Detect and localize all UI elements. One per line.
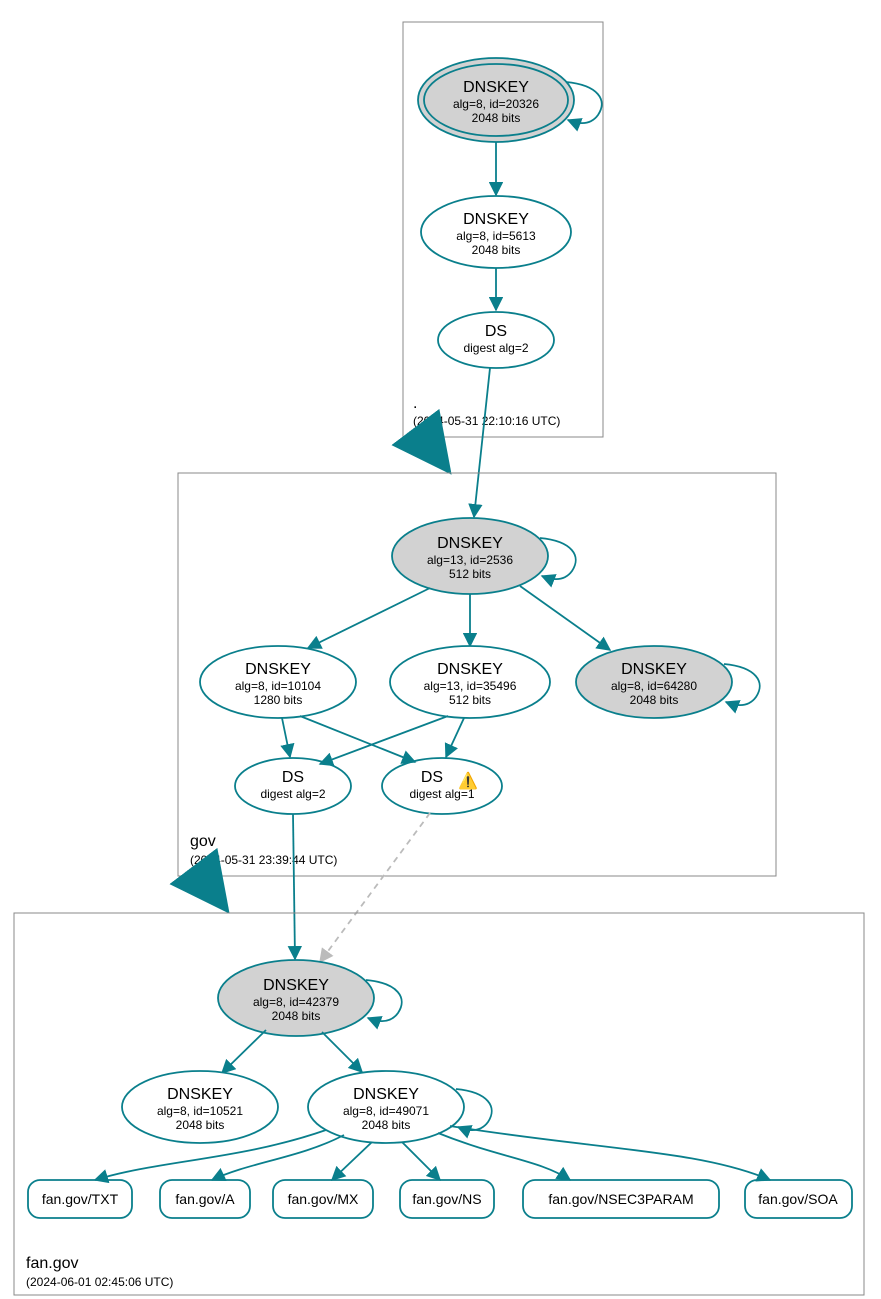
root-ksk-l2: 2048 bits — [472, 111, 521, 125]
root-ksk-title: DNSKEY — [463, 79, 529, 96]
gov-k3-title: DNSKEY — [437, 661, 503, 678]
gov-k4-l1: alg=8, id=64280 — [611, 679, 697, 693]
svg-text:fan.gov/NSEC3PARAM: fan.gov/NSEC3PARAM — [548, 1191, 693, 1207]
record-txt: fan.gov/TXT — [28, 1180, 132, 1218]
record-nsec3param: fan.gov/NSEC3PARAM — [523, 1180, 719, 1218]
zone-fan-label: fan.gov — [26, 1255, 78, 1272]
svg-text:fan.gov/A: fan.gov/A — [175, 1191, 235, 1207]
root-ds-l1: digest alg=2 — [463, 341, 528, 355]
edge-gov-k3-ds1 — [320, 716, 448, 764]
record-mx: fan.gov/MX — [273, 1180, 373, 1218]
svg-text:fan.gov/TXT: fan.gov/TXT — [42, 1191, 119, 1207]
node-gov-ds1 — [235, 758, 351, 814]
gov-k2-title: DNSKEY — [245, 661, 311, 678]
edge-fan-ksk-k3 — [322, 1032, 362, 1072]
edge-gov-k2-ds1 — [282, 718, 290, 757]
edge-k3-ns — [402, 1142, 440, 1180]
gov-ds1-l1: digest alg=2 — [260, 787, 325, 801]
zone-fan-ts: (2024-06-01 02:45:06 UTC) — [26, 1275, 173, 1289]
zone-gov-ts: (2024-05-31 23:39:44 UTC) — [190, 853, 337, 867]
edge-k3-mx — [332, 1142, 372, 1180]
record-ns: fan.gov/NS — [400, 1180, 494, 1218]
gov-ds2-title: DS — [421, 769, 443, 786]
fan-ksk-title: DNSKEY — [263, 977, 329, 994]
edge-gov-ksk-k4 — [520, 586, 610, 650]
gov-ksk-title: DNSKEY — [437, 535, 503, 552]
root-zsk-title: DNSKEY — [463, 211, 529, 228]
zone-gov-label: gov — [190, 833, 216, 850]
svg-text:fan.gov/SOA: fan.gov/SOA — [758, 1191, 838, 1207]
root-zsk-l1: alg=8, id=5613 — [456, 229, 536, 243]
gov-k4-l2: 2048 bits — [630, 693, 679, 707]
gov-ds2-l1: digest alg=1 — [409, 787, 474, 801]
edge-root-to-gov-thick — [423, 437, 448, 470]
root-ksk-l1: alg=8, id=20326 — [453, 97, 539, 111]
fan-k3-title: DNSKEY — [353, 1086, 419, 1103]
gov-k3-l1: alg=13, id=35496 — [424, 679, 517, 693]
edge-k3-a — [212, 1135, 344, 1180]
gov-ds1-title: DS — [282, 769, 304, 786]
gov-k4-title: DNSKEY — [621, 661, 687, 678]
gov-k2-l1: alg=8, id=10104 — [235, 679, 321, 693]
zone-root-ts: (2024-05-31 22:10:16 UTC) — [413, 414, 560, 428]
fan-k2-l2: 2048 bits — [176, 1118, 225, 1132]
svg-text:fan.gov/MX: fan.gov/MX — [288, 1191, 359, 1207]
root-zsk-l2: 2048 bits — [472, 243, 521, 257]
gov-ksk-l2: 512 bits — [449, 567, 491, 581]
edge-fan-ksk-k2 — [222, 1030, 266, 1073]
fan-ksk-l1: alg=8, id=42379 — [253, 995, 339, 1009]
edge-gov-to-fan-thick — [201, 876, 226, 909]
fan-k3-l1: alg=8, id=49071 — [343, 1104, 429, 1118]
svg-text:fan.gov/NS: fan.gov/NS — [412, 1191, 481, 1207]
fan-k2-l1: alg=8, id=10521 — [157, 1104, 243, 1118]
record-soa: fan.gov/SOA — [745, 1180, 852, 1218]
record-a: fan.gov/A — [160, 1180, 250, 1218]
edge-gov-k2-ds2 — [300, 716, 415, 762]
gov-ksk-l1: alg=13, id=2536 — [427, 553, 513, 567]
node-gov-ds2 — [382, 758, 502, 814]
gov-k2-l2: 1280 bits — [254, 693, 303, 707]
edge-gov-k3-ds2 — [446, 718, 464, 757]
zone-root-label: . — [413, 395, 417, 412]
edge-gov-ds2-fan-ksk — [320, 813, 430, 962]
edge-gov-ksk-k2 — [308, 588, 430, 648]
edge-gov-ds1-fan-ksk — [293, 814, 295, 959]
node-root-ds — [438, 312, 554, 368]
root-ds-title: DS — [485, 323, 507, 340]
edge-root-ds-gov-ksk — [474, 368, 490, 517]
fan-k2-title: DNSKEY — [167, 1086, 233, 1103]
fan-ksk-l2: 2048 bits — [272, 1009, 321, 1023]
gov-k3-l2: 512 bits — [449, 693, 491, 707]
fan-k3-l2: 2048 bits — [362, 1118, 411, 1132]
